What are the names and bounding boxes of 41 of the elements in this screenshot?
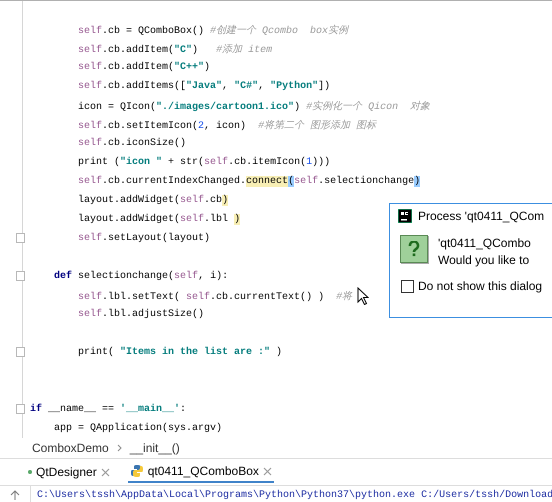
code-line: if __name__ == '__main__':	[30, 404, 186, 415]
breadcrumb-item[interactable]: __init__()	[130, 441, 180, 455]
code-line: self.cb.addItem("C++")	[77, 62, 210, 73]
close-icon[interactable]	[100, 468, 110, 476]
code-line: layout.addWidget(self.cb)	[77, 195, 228, 206]
checkbox[interactable]	[401, 280, 414, 292]
breadcrumb-item[interactable]: ComboxDemo	[32, 441, 109, 455]
up-arrow-icon[interactable]	[10, 490, 20, 500]
code-line: self.lbl.setText( self.cb.currentText() ) #将	[77, 290, 352, 302]
code-line: self.cb.setItemIcon(2, icon) #将第二个 图形添加 图标	[77, 118, 376, 132]
dialog-message: Would you like to	[438, 252, 530, 269]
fold-marker[interactable]	[16, 233, 25, 243]
close-icon[interactable]	[262, 466, 272, 476]
status-dot-icon	[28, 470, 32, 474]
code-line: self.cb = QComboBox() #创建一个 Qcombo box实例	[77, 24, 348, 36]
dialog-message: 'qt0411_QCombo	[438, 235, 531, 252]
python-icon	[130, 464, 144, 478]
code-line: self.cb.addItem("C") #添加 item	[77, 42, 272, 56]
question-icon	[400, 235, 428, 263]
fold-marker[interactable]	[16, 404, 25, 414]
code-line: self.cb.currentIndexChanged.connect(self.selectionchange)	[77, 176, 420, 187]
code-line: def selectionchange(self, i):	[53, 271, 228, 282]
code-line: app = QApplication(sys.argv)	[53, 423, 222, 434]
code-line: print( "Items in the list are :" )	[77, 347, 282, 358]
dialog-title: Process 'qt0411_QCom	[418, 209, 544, 223]
code-line: layout.addWidget(self.lbl )	[77, 214, 240, 225]
fold-marker[interactable]	[16, 271, 25, 281]
run-tab[interactable]: QtDesigner	[26, 462, 112, 482]
fold-marker[interactable]	[16, 347, 25, 357]
code-line: icon = QIcon("./images/cartoon1.ico") #实例化一个 Qicon 对象	[77, 100, 430, 112]
code-line: self.cb.addItems(["Java", "C#", "Python"])	[77, 81, 330, 92]
console-line: C:\Users\tssh\AppData\Local\Programs\Python\Python37\python.exe C:/Users/tssh/Download	[36, 490, 552, 500]
run-tab[interactable]: qt0411_QComboBox	[128, 461, 274, 483]
code-line: self.lbl.adjustSize()	[77, 309, 204, 320]
mouse-cursor-icon	[357, 287, 369, 305]
chevron-icon	[116, 444, 122, 452]
code-line: self.cb.iconSize()	[77, 138, 186, 149]
pycharm-logo-icon	[398, 209, 412, 223]
code-line: print ("icon " + str(self.cb.itemIcon(1)))	[77, 157, 330, 168]
code-line: self.setLayout(layout)	[77, 233, 210, 244]
checkbox-label[interactable]: Do not show this dialog	[418, 279, 542, 293]
